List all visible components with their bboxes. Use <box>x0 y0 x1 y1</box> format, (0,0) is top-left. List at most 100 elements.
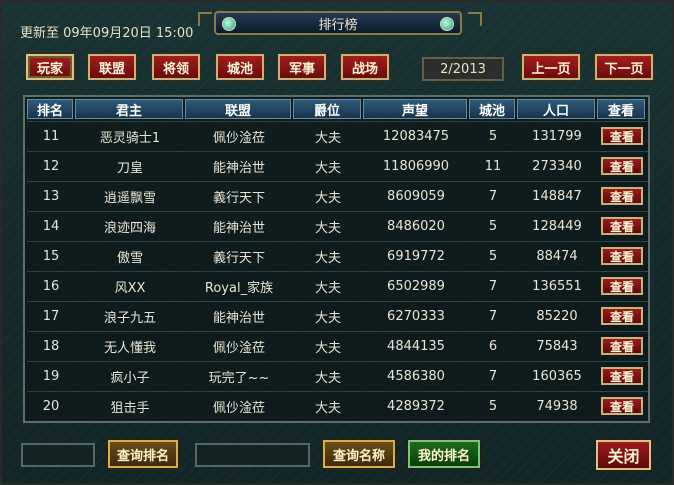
view-button[interactable]: 查看 <box>601 397 643 415</box>
view-button[interactable]: 查看 <box>601 127 643 145</box>
prestige-cell: 12083475 <box>382 128 450 144</box>
lord-cell: 狙击手 <box>110 400 150 416</box>
title-ornament-left <box>198 12 212 26</box>
alliance-cell: 佩仯淦莅 <box>212 400 265 416</box>
prestige-cell: 4844135 <box>387 338 445 354</box>
view-cell: 查看 <box>597 332 647 360</box>
table-row: 13 逍遥飘雪 義行天下 大夫 8609059 7 148847 查看 <box>27 181 648 209</box>
title-cell: 大夫 <box>314 190 341 206</box>
column-header-view: 查看 <box>597 99 645 119</box>
population-cell: 273340 <box>532 158 582 174</box>
prestige-cell: 8486020 <box>387 218 445 234</box>
cities-cell: 11 <box>484 158 502 174</box>
alliance-cell: 玩完了~~ <box>208 370 270 386</box>
population-cell: 75843 <box>536 338 578 354</box>
lord-cell: 逍遥飘雪 <box>103 190 156 206</box>
cities-cell: 7 <box>488 308 498 324</box>
view-button[interactable]: 查看 <box>601 307 643 325</box>
column-header-lord: 君主 <box>75 99 183 119</box>
page-indicator: 2/2013 <box>422 57 504 81</box>
gem-icon <box>222 17 236 31</box>
title-ornament-right <box>468 12 482 26</box>
view-button[interactable]: 查看 <box>601 367 643 385</box>
rank-cell: 13 <box>42 188 60 204</box>
column-header-population: 人口 <box>517 99 595 119</box>
name-query-input[interactable] <box>195 443 310 467</box>
rank-cell: 11 <box>42 128 60 144</box>
my-rank-button[interactable]: 我的排名 <box>407 439 481 469</box>
table-row: 19 疯小子 玩完了~~ 大夫 4586380 7 160365 查看 <box>27 361 648 389</box>
window-title: 排行榜 <box>318 17 358 33</box>
column-header-cities: 城池 <box>469 99 515 119</box>
view-button[interactable]: 查看 <box>601 157 643 175</box>
prev-page-button[interactable]: 上一页 <box>521 53 581 81</box>
gem-icon <box>440 17 454 31</box>
tab-cities[interactable]: 城池 <box>215 53 265 81</box>
view-cell: 查看 <box>597 392 647 420</box>
table-row: 14 浪迹四海 能神治世 大夫 8486020 5 128449 查看 <box>27 211 648 239</box>
table-row: 11 恶灵骑士1 佩仯淦莅 大夫 12083475 5 131799 查看 <box>27 121 648 149</box>
rank-cell: 20 <box>42 398 60 414</box>
table-row: 12 刀皇 能神治世 大夫 11806990 11 273340 查看 <box>27 151 648 179</box>
alliance-cell: 能神治世 <box>212 160 265 176</box>
alliance-cell: 佩仯淦莅 <box>212 130 265 146</box>
title-cell: 大夫 <box>314 160 341 176</box>
title-cell: 大夫 <box>314 370 341 386</box>
view-cell: 查看 <box>597 362 647 390</box>
table-row: 15 傲雪 義行天下 大夫 6919772 5 88474 查看 <box>27 241 648 269</box>
update-time-text: 更新至 09年09月20日 15:00 <box>20 26 194 41</box>
lord-cell: 风XX <box>114 280 146 296</box>
tab-generals[interactable]: 将领 <box>151 53 201 81</box>
view-button[interactable]: 查看 <box>601 187 643 205</box>
cities-cell: 5 <box>488 398 498 414</box>
lord-cell: 无人懂我 <box>103 340 156 356</box>
view-cell: 查看 <box>597 212 647 240</box>
tab-battlefield[interactable]: 战场 <box>340 53 390 81</box>
query-rank-button[interactable]: 查询排名 <box>107 439 179 469</box>
alliance-cell: 義行天下 <box>212 250 265 266</box>
next-page-button[interactable]: 下一页 <box>594 53 654 81</box>
view-cell: 查看 <box>597 272 647 300</box>
alliance-cell: 佩仯淦莅 <box>212 340 265 356</box>
column-header-prestige: 声望 <box>363 99 467 119</box>
view-button[interactable]: 查看 <box>601 247 643 265</box>
population-cell: 136551 <box>532 278 582 294</box>
rank-query-input[interactable] <box>21 443 95 467</box>
column-header-alliance: 联盟 <box>185 99 291 119</box>
rank-cell: 12 <box>42 158 60 174</box>
view-button[interactable]: 查看 <box>601 217 643 235</box>
rank-cell: 14 <box>42 218 60 234</box>
population-cell: 131799 <box>532 128 582 144</box>
table-row: 16 风XX Royal_家族 大夫 6502989 7 136551 查看 <box>27 271 648 299</box>
lord-cell: 刀皇 <box>116 160 143 176</box>
tab-military[interactable]: 军事 <box>277 53 327 81</box>
lord-cell: 浪迹四海 <box>103 220 156 236</box>
tab-alliance[interactable]: 联盟 <box>87 53 137 81</box>
prestige-cell: 11806990 <box>382 158 450 174</box>
column-header-title: 爵位 <box>293 99 361 119</box>
lord-cell: 傲雪 <box>116 250 143 266</box>
lord-cell: 浪子九五 <box>103 310 156 326</box>
cities-cell: 7 <box>488 368 498 384</box>
title-cell: 大夫 <box>314 250 341 266</box>
close-button[interactable]: 关闭 <box>595 439 652 471</box>
prestige-cell: 6919772 <box>387 248 445 264</box>
prestige-cell: 4586380 <box>387 368 445 384</box>
table-row: 18 无人懂我 佩仯淦莅 大夫 4844135 6 75843 查看 <box>27 331 648 359</box>
view-button[interactable]: 查看 <box>601 337 643 355</box>
view-button[interactable]: 查看 <box>601 277 643 295</box>
query-name-button[interactable]: 查询名称 <box>322 439 396 469</box>
rank-cell: 15 <box>42 248 60 264</box>
view-cell: 查看 <box>597 152 647 180</box>
table-row: 20 狙击手 佩仯淦莅 大夫 4289372 5 74938 查看 <box>27 391 648 419</box>
lord-cell: 疯小子 <box>110 370 150 386</box>
population-cell: 160365 <box>532 368 582 384</box>
cities-cell: 7 <box>488 278 498 294</box>
title-bar: 排行榜 <box>214 11 462 35</box>
tab-player[interactable]: 玩家 <box>25 53 75 81</box>
cities-cell: 6 <box>488 338 498 354</box>
title-cell: 大夫 <box>314 220 341 236</box>
cities-cell: 5 <box>488 128 498 144</box>
leaderboard-window: 更新至 09年09月20日 15:00 排行榜 玩家 联盟 将领 城池 军事 战… <box>0 0 674 485</box>
prestige-cell: 8609059 <box>387 188 445 204</box>
